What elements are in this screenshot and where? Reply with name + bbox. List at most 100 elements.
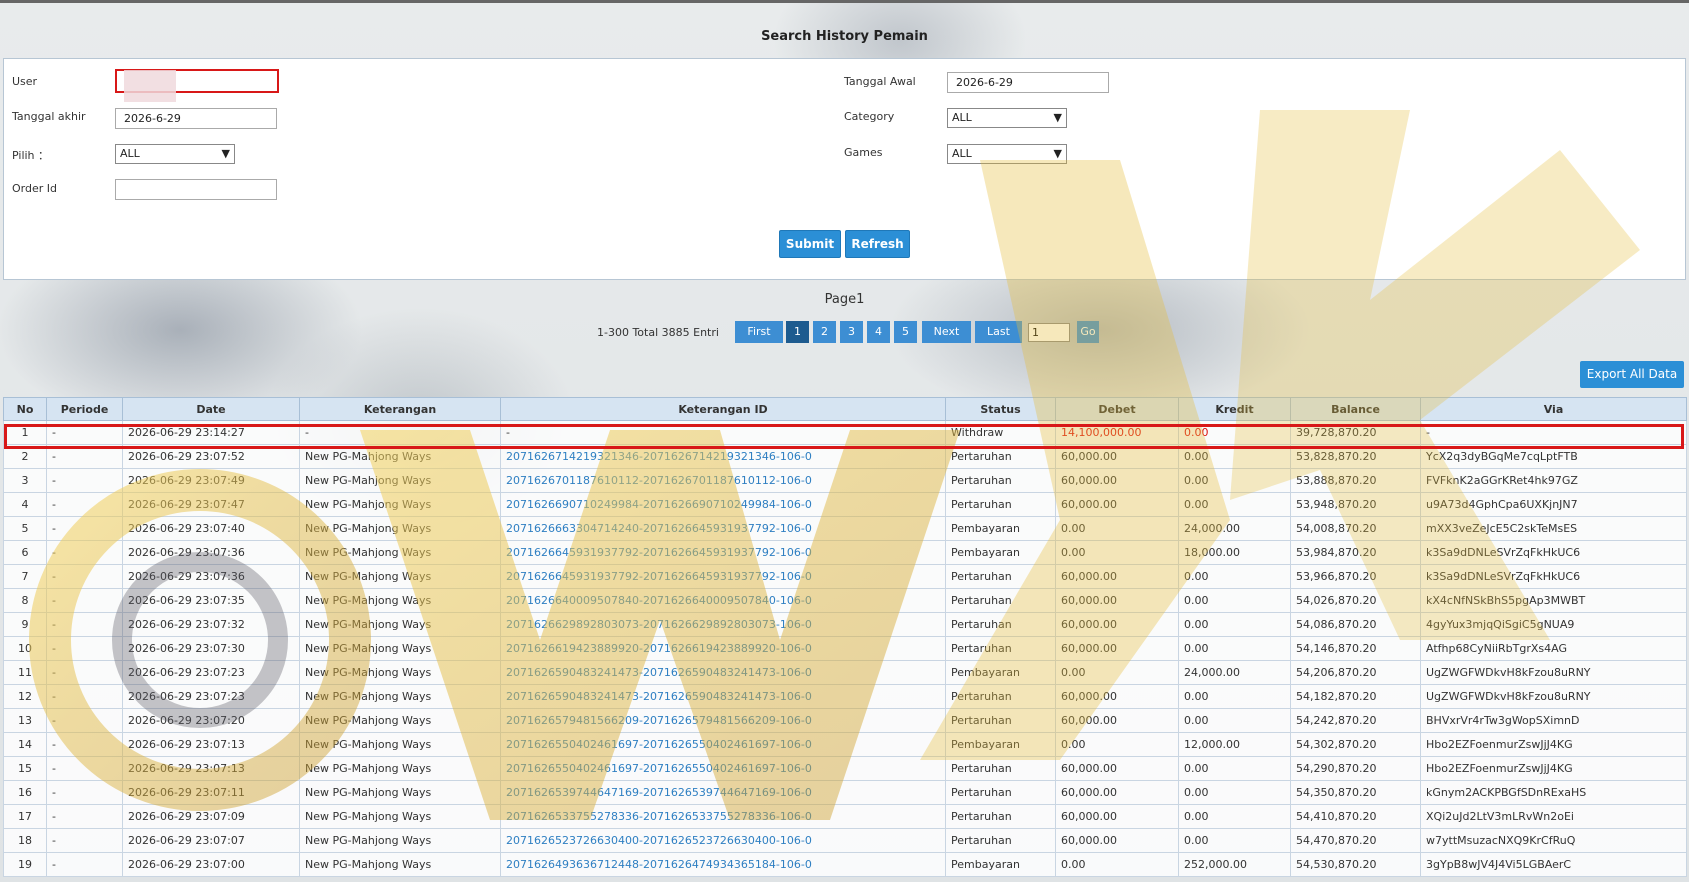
column-header-keterangan-id[interactable]: Keterangan ID: [500, 397, 946, 421]
export-all-data-button[interactable]: Export All Data: [1580, 361, 1684, 388]
category-select[interactable]: ALL ▼: [947, 108, 1067, 128]
order-id-input[interactable]: [115, 179, 277, 200]
cell-status: Pertaruhan: [945, 612, 1056, 637]
cell-keterangan-id[interactable]: 2071626533755278336-2071626533755278336-…: [500, 804, 946, 829]
table-row[interactable]: 5-2026-06-29 23:07:40 New PG-Mahjong Ways…: [3, 516, 1687, 541]
table-row[interactable]: 13-2026-06-29 23:07:20 New PG-Mahjong Way…: [3, 708, 1687, 733]
table-row[interactable]: 14-2026-06-29 23:07:13 New PG-Mahjong Way…: [3, 732, 1687, 757]
cell-keterangan-id[interactable]: 2071626590483241473-2071626590483241473-…: [500, 660, 946, 685]
cell-balance: 54,410,870.20: [1290, 804, 1421, 829]
column-header-balance[interactable]: Balance: [1290, 397, 1421, 421]
cell-keterangan-id[interactable]: 2071626645931937792-2071626645931937792-…: [500, 540, 946, 565]
cell-no: 12: [3, 684, 47, 709]
table-row[interactable]: 15-2026-06-29 23:07:13 New PG-Mahjong Way…: [3, 756, 1687, 781]
cell-periode: -: [46, 612, 123, 637]
column-header-date[interactable]: Date: [122, 397, 300, 421]
column-header-kredit[interactable]: Kredit: [1178, 397, 1291, 421]
cell-via: k3Sa9dDNLeSVrZqFkHkUC6: [1420, 540, 1687, 565]
submit-button[interactable]: Submit: [779, 230, 841, 258]
cell-kredit: 252,000.00: [1178, 852, 1291, 877]
cell-keterangan-id[interactable]: 2071626663304714240-2071626645931937792-…: [500, 516, 946, 541]
table-row[interactable]: 18-2026-06-29 23:07:07 New PG-Mahjong Way…: [3, 828, 1687, 853]
cell-debet: 60,000.00: [1055, 804, 1179, 829]
pager-go-button[interactable]: Go: [1077, 321, 1099, 343]
table-row[interactable]: 2-2026-06-29 23:07:52 New PG-Mahjong Ways…: [3, 444, 1687, 469]
pager-last-button[interactable]: Last: [975, 321, 1022, 343]
cell-date: 2026-06-29 23:07:30: [122, 636, 300, 661]
table-row[interactable]: 7-2026-06-29 23:07:36 New PG-Mahjong Ways…: [3, 564, 1687, 589]
table-row[interactable]: 8-2026-06-29 23:07:35 New PG-Mahjong Ways…: [3, 588, 1687, 613]
cell-keterangan: New PG-Mahjong Ways: [299, 732, 501, 757]
pager-first-button[interactable]: First: [735, 321, 783, 343]
table-row[interactable]: 19-2026-06-29 23:07:00 New PG-Mahjong Way…: [3, 852, 1687, 877]
cell-date: 2026-06-29 23:07:52: [122, 444, 300, 469]
cell-date: 2026-06-29 23:07:13: [122, 732, 300, 757]
pager-page-5[interactable]: 5: [894, 321, 917, 343]
column-header-periode[interactable]: Periode: [46, 397, 123, 421]
table-row[interactable]: 6-2026-06-29 23:07:36 New PG-Mahjong Ways…: [3, 540, 1687, 565]
cell-keterangan-id[interactable]: 2071626690710249984-2071626690710249984-…: [500, 492, 946, 517]
cell-kredit: 24,000.00: [1178, 516, 1291, 541]
cell-no: 16: [3, 780, 47, 805]
pager-page-4[interactable]: 4: [867, 321, 890, 343]
chevron-down-icon: ▼: [1053, 147, 1062, 160]
tanggal-akhir-input[interactable]: [115, 108, 277, 129]
cell-keterangan: New PG-Mahjong Ways: [299, 612, 501, 637]
column-header-via[interactable]: Via: [1420, 397, 1687, 421]
games-select[interactable]: ALL ▼: [947, 144, 1067, 164]
table-row[interactable]: 11-2026-06-29 23:07:23 New PG-Mahjong Way…: [3, 660, 1687, 685]
cell-keterangan-id[interactable]: 2071626550402461697-2071626550402461697-…: [500, 732, 946, 757]
cell-via: FVFknK2aGGrKRet4hk97GZ: [1420, 468, 1687, 493]
order-id-label: Order Id: [12, 182, 57, 195]
cell-status: Pertaruhan: [945, 708, 1056, 733]
table-body: 1-2026-06-29 23:14:27- - Withdraw 14,100,00…: [3, 420, 1687, 877]
cell-date: 2026-06-29 23:07:47: [122, 492, 300, 517]
cell-date: 2026-06-29 23:07:32: [122, 612, 300, 637]
cell-periode: -: [46, 540, 123, 565]
table-row[interactable]: 3-2026-06-29 23:07:49 New PG-Mahjong Ways…: [3, 468, 1687, 493]
pager-page-2[interactable]: 2: [813, 321, 836, 343]
column-header-keterangan[interactable]: Keterangan: [299, 397, 501, 421]
cell-keterangan-id[interactable]: 2071626523726630400-2071626523726630400-…: [500, 828, 946, 853]
pager-page-1[interactable]: 1: [786, 321, 809, 343]
pager-page-3[interactable]: 3: [840, 321, 863, 343]
cell-debet: 60,000.00: [1055, 780, 1179, 805]
cell-kredit: 0.00: [1178, 588, 1291, 613]
cell-status: Pembayaran: [945, 660, 1056, 685]
tanggal-awal-label: Tanggal Awal: [844, 75, 916, 88]
pager-next-button[interactable]: Next: [922, 321, 971, 343]
table-row[interactable]: 1-2026-06-29 23:14:27- - Withdraw 14,100,00…: [3, 420, 1687, 445]
table-row[interactable]: 12-2026-06-29 23:07:23 New PG-Mahjong Way…: [3, 684, 1687, 709]
pilih-select[interactable]: ALL ▼: [115, 144, 235, 164]
cell-keterangan-id[interactable]: 2071626640009507840-2071626640009507840-…: [500, 588, 946, 613]
table-row[interactable]: 9-2026-06-29 23:07:32 New PG-Mahjong Ways…: [3, 612, 1687, 637]
cell-keterangan-id[interactable]: 2071626619423889920-2071626619423889920-…: [500, 636, 946, 661]
cell-keterangan-id[interactable]: 2071626493636712448-2071626474934365184-…: [500, 852, 946, 877]
cell-no: 6: [3, 540, 47, 565]
cell-keterangan: New PG-Mahjong Ways: [299, 588, 501, 613]
cell-via: BHVxrVr4rTw3gWopSXimnD: [1420, 708, 1687, 733]
cell-via: Atfhp68CyNiiRbTgrXs4AG: [1420, 636, 1687, 661]
cell-keterangan-id[interactable]: 2071626590483241473-2071626590483241473-…: [500, 684, 946, 709]
refresh-button[interactable]: Refresh: [845, 230, 910, 258]
table-row[interactable]: 17-2026-06-29 23:07:09 New PG-Mahjong Way…: [3, 804, 1687, 829]
table-row[interactable]: 16-2026-06-29 23:07:11 New PG-Mahjong Way…: [3, 780, 1687, 805]
cell-keterangan-id[interactable]: 2071626550402461697-2071626550402461697-…: [500, 756, 946, 781]
table-row[interactable]: 4-2026-06-29 23:07:47 New PG-Mahjong Ways…: [3, 492, 1687, 517]
cell-keterangan-id[interactable]: 2071626714219321346-2071626714219321346-…: [500, 444, 946, 469]
cell-keterangan-id[interactable]: 2071626701187610112-2071626701187610112-…: [500, 468, 946, 493]
pager-info: 1-300 Total 3885 Entri: [597, 326, 719, 339]
pager-goto-input[interactable]: [1028, 323, 1070, 342]
column-header-no[interactable]: No: [3, 397, 47, 421]
tanggal-awal-input[interactable]: [947, 72, 1109, 93]
column-header-status[interactable]: Status: [945, 397, 1056, 421]
cell-keterangan-id[interactable]: 2071626579481566209-2071626579481566209-…: [500, 708, 946, 733]
cell-no: 7: [3, 564, 47, 589]
column-header-debet[interactable]: Debet: [1055, 397, 1179, 421]
cell-keterangan-id[interactable]: 2071626539744647169-2071626539744647169-…: [500, 780, 946, 805]
cell-via: mXX3veZeJcE5C2skTeMsES: [1420, 516, 1687, 541]
cell-debet: 60,000.00: [1055, 636, 1179, 661]
table-row[interactable]: 10-2026-06-29 23:07:30 New PG-Mahjong Way…: [3, 636, 1687, 661]
cell-keterangan-id[interactable]: 2071626629892803073-2071626629892803073-…: [500, 612, 946, 637]
cell-keterangan-id[interactable]: 2071626645931937792-2071626645931937792-…: [500, 564, 946, 589]
